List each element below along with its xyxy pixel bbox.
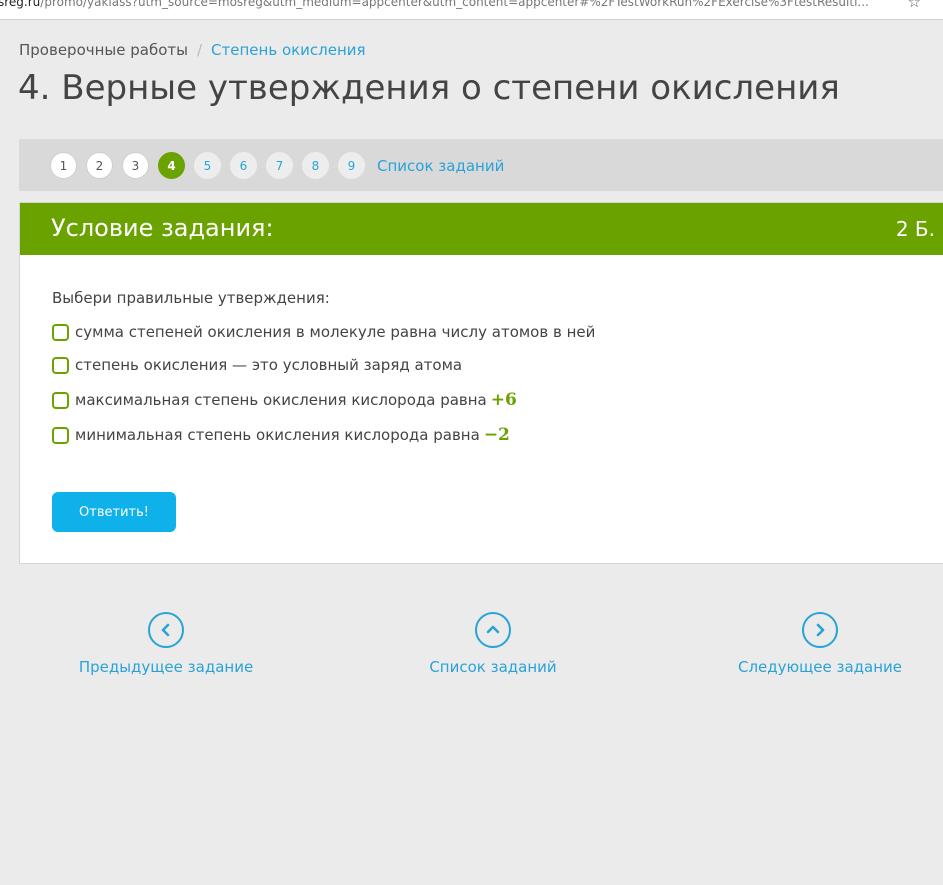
browser-url-bar[interactable]: sreg.ru/promo/yaklass?utm_source=mosreg&… (0, 0, 943, 20)
breadcrumb-separator: / (196, 41, 203, 59)
checkbox[interactable] (52, 426, 69, 444)
chevron-right-icon[interactable] (802, 612, 838, 648)
task-pager-bar: 1 2 3 4 5 6 7 8 9 Список заданий (19, 139, 943, 191)
task-list-link[interactable]: Список заданий (377, 157, 504, 175)
checkbox[interactable] (52, 323, 69, 341)
task-list-nav[interactable]: Список заданий (373, 612, 613, 676)
option-math-value: +6 (490, 390, 517, 410)
pager-item-1[interactable]: 1 (50, 152, 77, 179)
answer-option-1[interactable]: сумма степеней окисления в молекуле равн… (52, 323, 595, 341)
pager-item-2[interactable]: 2 (86, 152, 113, 179)
option-text: степень окисления — это условный заряд а… (75, 356, 463, 374)
checkbox[interactable] (52, 356, 69, 374)
chevron-up-icon[interactable] (475, 612, 511, 648)
answer-option-2[interactable]: степень окисления — это условный заряд а… (52, 356, 462, 374)
next-task-label[interactable]: Следующее задание (700, 658, 940, 676)
breadcrumb: Проверочные работы / Степень окисления (19, 41, 366, 59)
task-card: Условие задания: 2 Б. Выбери правильные … (19, 202, 943, 564)
option-math-value: −2 (483, 425, 510, 445)
chevron-left-icon[interactable] (148, 612, 184, 648)
task-list-label[interactable]: Список заданий (373, 658, 613, 676)
pager-item-5[interactable]: 5 (194, 152, 221, 179)
option-text: сумма степеней окисления в молекуле равн… (75, 323, 596, 341)
answer-option-4[interactable]: минимальная степень окисления кислорода … (52, 425, 510, 445)
url-path: /promo/yaklass?utm_source=mosreg&utm_med… (40, 0, 869, 9)
prev-task-nav[interactable]: Предыдущее задание (46, 612, 286, 676)
pager-item-3[interactable]: 3 (122, 152, 149, 179)
submit-answer-button[interactable]: Ответить! (52, 492, 176, 532)
task-card-header: Условие задания: 2 Б. (20, 203, 943, 255)
next-task-nav[interactable]: Следующее задание (700, 612, 940, 676)
answer-option-3[interactable]: максимальная степень окисления кислорода… (52, 390, 517, 410)
url-domain: sreg.ru (0, 0, 41, 9)
pager-item-7[interactable]: 7 (266, 152, 293, 179)
option-text: минимальная степень окисления кислорода … (75, 426, 480, 444)
breadcrumb-parent[interactable]: Проверочные работы (19, 41, 188, 59)
question-text: Выбери правильные утверждения: (52, 289, 330, 307)
bookmark-star-icon[interactable]: ☆ (908, 0, 921, 10)
prev-task-label[interactable]: Предыдущее задание (46, 658, 286, 676)
pager-item-9[interactable]: 9 (338, 152, 365, 179)
pager-item-4-current[interactable]: 4 (158, 152, 185, 179)
pager-item-6[interactable]: 6 (230, 152, 257, 179)
checkbox[interactable] (52, 391, 69, 409)
pager-item-8[interactable]: 8 (302, 152, 329, 179)
task-header-title: Условие задания: (51, 214, 274, 242)
task-points: 2 Б. (895, 217, 935, 241)
page-title: 4. Верные утверждения о степени окислени… (18, 68, 840, 108)
breadcrumb-current[interactable]: Степень окисления (211, 41, 366, 59)
option-text: максимальная степень окисления кислорода… (75, 391, 487, 409)
